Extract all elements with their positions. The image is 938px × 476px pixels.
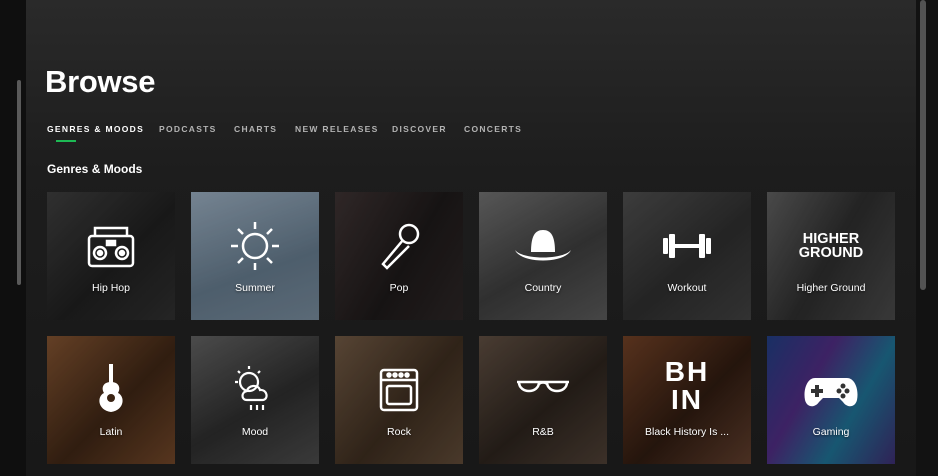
tab-genres-moods[interactable]: GENRES & MOODS: [47, 124, 144, 134]
guitar-icon: [99, 364, 123, 412]
right-scrollbar[interactable]: [920, 0, 926, 290]
genre-tile-hip-hop[interactable]: Hip Hop: [47, 192, 175, 320]
tile-label: R&B: [532, 426, 554, 438]
boombox-icon: [87, 226, 135, 268]
genre-tile-latin[interactable]: Latin: [47, 336, 175, 464]
left-scrollbar[interactable]: [17, 80, 21, 285]
weather-icon: [235, 366, 268, 410]
sunglasses-icon: [517, 380, 569, 393]
page-title: Browse: [45, 64, 156, 99]
genre-tile-summer[interactable]: Summer: [191, 192, 319, 320]
logo-line: BH: [664, 356, 710, 387]
tile-label: Mood: [241, 426, 269, 438]
bhin-logo: BH IN: [659, 358, 715, 414]
cowboy-hat-icon: [515, 230, 571, 261]
tile-label: Pop: [389, 282, 409, 294]
tile-label: Higher Ground: [796, 282, 866, 294]
active-tab-indicator: [56, 140, 76, 142]
genre-tile-rnb[interactable]: R&B: [479, 336, 607, 464]
genre-tile-workout[interactable]: Workout: [623, 192, 751, 320]
genre-tile-rock[interactable]: Rock: [335, 336, 463, 464]
microphone-icon: [381, 223, 420, 270]
tab-concerts[interactable]: CONCERTS: [464, 124, 522, 134]
tile-label: Workout: [667, 282, 707, 294]
tile-label: Latin: [99, 426, 123, 438]
tile-label: Rock: [387, 426, 411, 438]
left-rail: [0, 0, 26, 476]
section-title: Genres & Moods: [47, 162, 143, 176]
tile-label: Gaming: [812, 426, 850, 438]
genre-tile-country[interactable]: Country: [479, 192, 607, 320]
tab-charts[interactable]: CHARTS: [234, 124, 277, 134]
tile-label: Hip Hop: [92, 282, 130, 294]
tile-label: Summer: [235, 282, 275, 294]
gamepad-icon: [804, 378, 858, 407]
amplifier-icon: [379, 368, 419, 412]
browse-view: Browse GENRES & MOODS PODCASTS CHARTS NE…: [26, 0, 916, 476]
genre-tile-gaming[interactable]: Gaming: [767, 336, 895, 464]
sun-icon: [231, 222, 279, 270]
tab-podcasts[interactable]: PODCASTS: [159, 124, 217, 134]
tile-label: Black History Is ...: [644, 426, 729, 438]
tile-label: Country: [524, 282, 562, 294]
genre-tile-mood[interactable]: Mood: [191, 336, 319, 464]
genre-tile-pop[interactable]: Pop: [335, 192, 463, 320]
logo-line: GROUND: [798, 245, 864, 261]
genre-tile-black-history[interactable]: BH IN Black History Is ...: [623, 336, 751, 464]
genre-tile-higher-ground[interactable]: HIGHER GROUND Higher Ground: [767, 192, 895, 320]
dumbbell-icon: [663, 234, 711, 258]
tab-discover[interactable]: DISCOVER: [392, 124, 447, 134]
logo-line: HIGHER: [802, 231, 860, 247]
higher-ground-logo: HIGHER GROUND: [787, 231, 875, 261]
logo-line: IN: [671, 384, 703, 415]
tab-new-releases[interactable]: NEW RELEASES: [295, 124, 379, 134]
